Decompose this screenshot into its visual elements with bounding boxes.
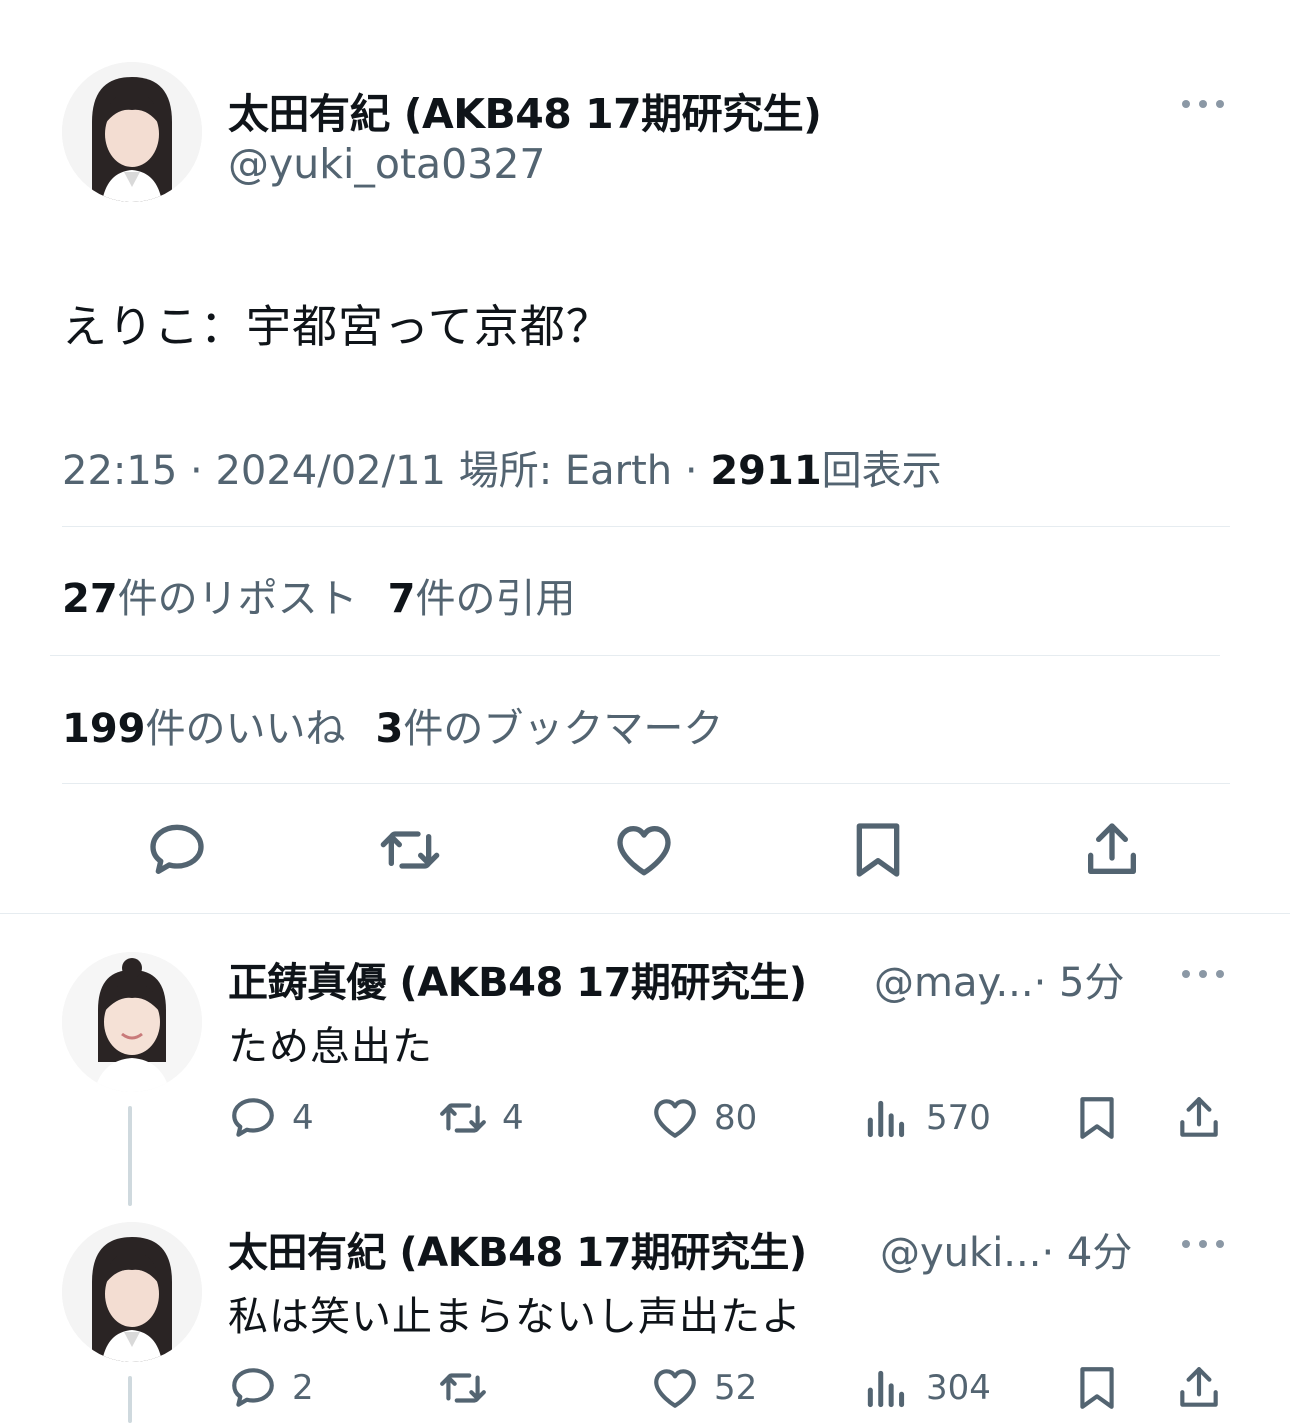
views-label: 回表示 bbox=[821, 448, 942, 494]
reply-count: 2 bbox=[292, 1368, 314, 1408]
likes-link[interactable]: 199件のいいね bbox=[62, 706, 346, 752]
tweet-location: 場所: Earth bbox=[458, 448, 673, 494]
repost-count: 4 bbox=[502, 1098, 524, 1138]
bookmark-icon[interactable] bbox=[846, 818, 910, 882]
bookmark-button[interactable] bbox=[1072, 1362, 1136, 1414]
divider bbox=[0, 913, 1290, 914]
views-icon bbox=[867, 1370, 905, 1408]
views-button[interactable]: 570 bbox=[862, 1092, 991, 1144]
share-button[interactable] bbox=[1174, 1092, 1238, 1144]
share-icon[interactable] bbox=[1080, 818, 1144, 882]
quotes-link[interactable]: 7件の引用 bbox=[388, 576, 576, 622]
thread-line bbox=[128, 1376, 132, 1423]
views-icon bbox=[867, 1100, 905, 1138]
reply-button[interactable]: 4 bbox=[228, 1092, 314, 1144]
reply-time[interactable]: · 4分 bbox=[1041, 1230, 1132, 1276]
repost-icon[interactable] bbox=[378, 818, 442, 882]
reposts-count: 27 bbox=[62, 576, 118, 622]
more-icon[interactable] bbox=[1182, 966, 1228, 980]
views-count: 570 bbox=[926, 1098, 991, 1138]
divider bbox=[62, 783, 1230, 784]
repost-icon bbox=[440, 1373, 486, 1403]
reply-author-handle: @yuki...· 4分 bbox=[880, 1220, 1132, 1278]
reposts-link[interactable]: 27件のリポスト bbox=[62, 576, 358, 622]
bookmark-icon bbox=[1080, 1367, 1114, 1409]
author-name[interactable]: 太田有紀 (AKB48 17期研究生) bbox=[228, 80, 822, 140]
author-handle[interactable]: @yuki_ota0327 bbox=[228, 140, 546, 188]
likes-label: 件のいいね bbox=[145, 706, 346, 752]
main-avatar[interactable] bbox=[62, 62, 202, 202]
reply-handle[interactable]: @yuki... bbox=[880, 1230, 1041, 1276]
reply-text: ため息出た bbox=[228, 1024, 433, 1070]
reply-author-name[interactable]: 太田有紀 (AKB48 17期研究生) bbox=[228, 1220, 807, 1278]
reply-icon[interactable] bbox=[145, 818, 209, 882]
repost-button[interactable] bbox=[438, 1362, 502, 1414]
like-icon[interactable] bbox=[612, 818, 676, 882]
more-icon[interactable] bbox=[1182, 1236, 1228, 1250]
bookmark-icon bbox=[1080, 1097, 1114, 1139]
share-icon bbox=[1180, 1097, 1218, 1137]
tweet-text: えりこ：宇都宮って京都？ bbox=[62, 300, 612, 353]
share-button[interactable] bbox=[1174, 1362, 1238, 1414]
repost-icon bbox=[440, 1103, 486, 1133]
reply-handle[interactable]: @may... bbox=[874, 960, 1034, 1006]
reply-author-name[interactable]: 正鋳真優 (AKB48 17期研究生) bbox=[228, 950, 807, 1008]
share-icon bbox=[1180, 1367, 1218, 1407]
bookmark-button[interactable] bbox=[1072, 1092, 1136, 1144]
reply-button[interactable]: 2 bbox=[228, 1362, 314, 1414]
bookmarks-link[interactable]: 3件のブックマーク bbox=[376, 706, 724, 752]
reply-author-handle: @may...· 5分 bbox=[874, 950, 1124, 1008]
reply-avatar[interactable] bbox=[62, 952, 202, 1092]
quotes-label: 件の引用 bbox=[415, 576, 576, 622]
divider bbox=[62, 526, 1230, 527]
quotes-count: 7 bbox=[387, 576, 416, 622]
like-count: 52 bbox=[714, 1368, 758, 1408]
views-count: 2911 bbox=[710, 448, 822, 494]
tweet-time[interactable]: 22:15 bbox=[62, 448, 177, 494]
like-icon bbox=[654, 1099, 696, 1138]
thread-line bbox=[128, 1106, 132, 1206]
tweet-date[interactable]: 2024/02/11 bbox=[215, 448, 446, 494]
like-count: 80 bbox=[714, 1098, 758, 1138]
like-button[interactable]: 80 bbox=[650, 1092, 757, 1144]
bookmarks-count: 3 bbox=[375, 706, 404, 752]
meta-separator: · bbox=[684, 448, 698, 494]
likes-count: 199 bbox=[62, 706, 146, 752]
reply-icon bbox=[232, 1098, 274, 1137]
like-icon bbox=[654, 1369, 696, 1408]
bookmarks-label: 件のブックマーク bbox=[403, 706, 724, 752]
views-count: 304 bbox=[926, 1368, 991, 1408]
more-icon[interactable] bbox=[1182, 96, 1228, 110]
reply-avatar[interactable] bbox=[62, 1222, 202, 1362]
reposts-label: 件のリポスト bbox=[117, 576, 358, 622]
like-stats: 199件のいいね 3件のブックマーク bbox=[62, 696, 723, 754]
reply-icon bbox=[232, 1368, 274, 1407]
repost-button[interactable]: 4 bbox=[438, 1092, 524, 1144]
reply-count: 4 bbox=[292, 1098, 314, 1138]
tweet-meta: 22:15 · 2024/02/11 場所: Earth · 2911回表示 bbox=[62, 438, 942, 496]
like-button[interactable]: 52 bbox=[650, 1362, 757, 1414]
meta-separator: · bbox=[190, 448, 203, 494]
reply-text: 私は笑い止まらないし声出たよ bbox=[228, 1294, 802, 1340]
repost-stats: 27件のリポスト 7件の引用 bbox=[62, 566, 576, 624]
divider bbox=[50, 655, 1220, 656]
views-button[interactable]: 304 bbox=[862, 1362, 991, 1414]
reply-time[interactable]: · 5分 bbox=[1034, 960, 1125, 1006]
